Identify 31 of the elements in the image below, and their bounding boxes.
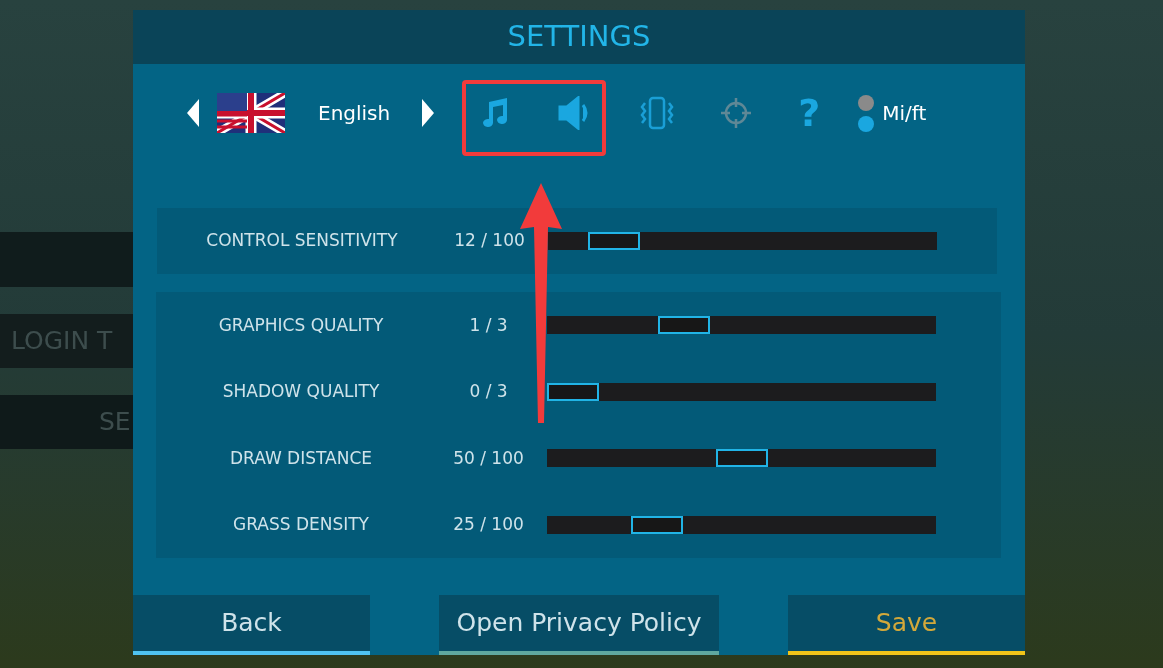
- setting-label: GRASS DENSITY: [231, 513, 370, 536]
- slider-track[interactable]: [547, 316, 936, 335]
- setting-value: 0 / 3: [468, 380, 509, 403]
- setting-value: 12 / 100: [453, 229, 526, 253]
- window-title: SETTINGS: [507, 18, 651, 56]
- setting-label: CONTROL SENSITIVITY: [205, 229, 399, 253]
- setting-value: 25 / 100: [452, 513, 525, 536]
- units-toggle[interactable]: [858, 94, 875, 132]
- setting-label: DRAW DISTANCE: [228, 446, 373, 470]
- language-label: English: [318, 100, 391, 127]
- slider-thumb[interactable]: [715, 449, 768, 468]
- right-arrow-icon[interactable]: [420, 98, 437, 128]
- slider-track[interactable]: [547, 449, 936, 468]
- save-button[interactable]: Save: [788, 595, 1025, 655]
- slider-thumb[interactable]: [547, 382, 599, 401]
- back-button[interactable]: Back: [133, 595, 370, 655]
- slider-thumb[interactable]: [631, 515, 684, 534]
- setting-value: 50 / 100: [452, 446, 525, 470]
- setting-label: GRAPHICS QUALITY: [217, 313, 385, 337]
- slider-track[interactable]: [548, 232, 937, 250]
- units-label: Mi/ft: [882, 100, 927, 127]
- setting-label: SHADOW QUALITY: [221, 380, 381, 403]
- left-arrow-icon[interactable]: [185, 98, 201, 128]
- slider-thumb[interactable]: [588, 232, 641, 250]
- setting-value: 1 / 3: [468, 313, 509, 337]
- slider-track[interactable]: [547, 515, 936, 534]
- slider-thumb[interactable]: [658, 316, 711, 335]
- flag-icon[interactable]: [217, 93, 285, 133]
- privacy-button[interactable]: Open Privacy Policy: [439, 595, 719, 655]
- slider-track[interactable]: [547, 382, 936, 401]
- help-button[interactable]: ?: [798, 94, 821, 132]
